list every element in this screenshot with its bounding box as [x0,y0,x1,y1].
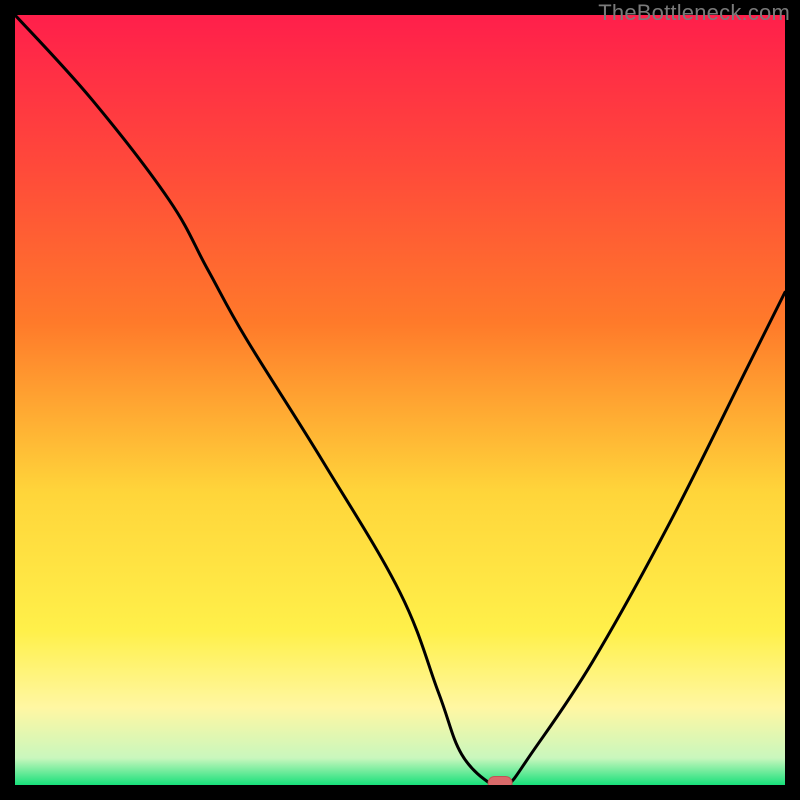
plot-area [15,15,785,785]
chart-svg [15,15,785,785]
chart-container: TheBottleneck.com [0,0,800,800]
optimum-marker [488,777,512,786]
attribution-text: TheBottleneck.com [598,0,790,26]
gradient-background [15,15,785,785]
